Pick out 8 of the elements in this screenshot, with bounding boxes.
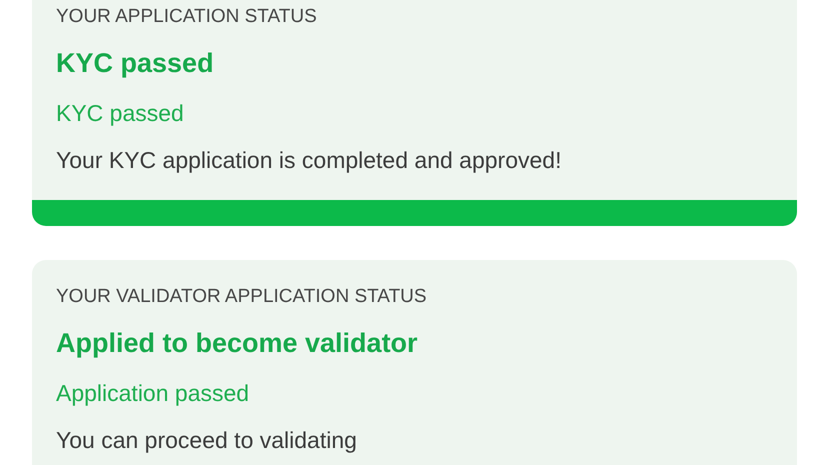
status-title: Applied to become validator [56,327,419,359]
status-message: Your KYC application is completed and approved! [56,146,562,174]
status-message: You can proceed to validating [56,426,358,454]
status-heading: YOUR APPLICATION STATUS [56,6,318,28]
status-subtitle: KYC passed [56,99,185,127]
status-heading: YOUR VALIDATOR APPLICATION STATUS [56,286,428,308]
status-subtitle: Application passed [56,379,250,407]
status-title: KYC passed [56,47,215,79]
